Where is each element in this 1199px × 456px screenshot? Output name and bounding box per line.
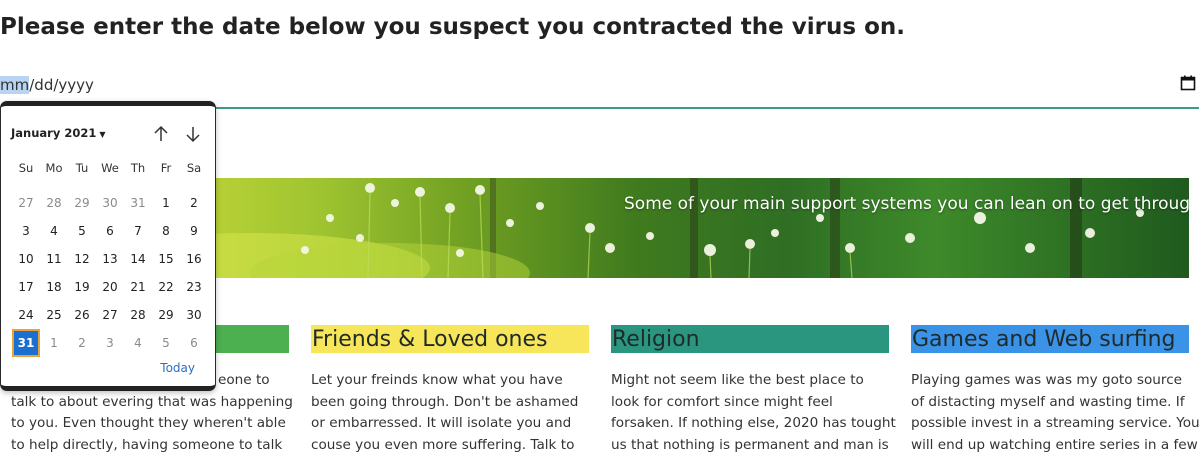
- column-heading: Friends & Loved ones: [311, 325, 589, 353]
- text-line: been going through. Don't be ashamed: [311, 393, 579, 410]
- date-input-text[interactable]: mm/dd/yyyy: [0, 76, 94, 94]
- day-segment[interactable]: dd: [34, 76, 53, 94]
- arrow-up-icon[interactable]: [151, 124, 171, 144]
- text-line: couse you even more suffering. Talk to: [311, 436, 575, 453]
- column-heading: Games and Web surfing: [911, 325, 1189, 353]
- month-segment[interactable]: mm: [0, 76, 30, 94]
- calendar-grid: Su Mo Tu We Th Fr Sa 27 28 29 30 31 1 2 3 4 5 6 7 8 9 10 11 12 1…: [12, 161, 208, 357]
- calendar-day[interactable]: 25: [40, 301, 68, 329]
- calendar-day[interactable]: 10: [12, 245, 40, 273]
- calendar-day[interactable]: 31: [124, 189, 152, 217]
- text-line: talk to about evering that was happening: [11, 393, 293, 410]
- calendar-day[interactable]: 13: [96, 245, 124, 273]
- weekday-label: Fr: [160, 161, 172, 175]
- calendar-day[interactable]: 7: [124, 217, 152, 245]
- calendar-day[interactable]: 24: [12, 301, 40, 329]
- calendar-day[interactable]: 6: [180, 329, 208, 357]
- calendar-day[interactable]: 30: [96, 189, 124, 217]
- calendar-day[interactable]: 3: [96, 329, 124, 357]
- column-text: Let your freinds know what you have been…: [311, 370, 589, 456]
- calendar-day[interactable]: 1: [40, 329, 68, 357]
- text-line: Might not seem like the best place to: [611, 372, 864, 388]
- text-line: to you. Even thought they wheren't able: [11, 415, 286, 432]
- calendar-day[interactable]: 9: [180, 217, 208, 245]
- text-line: of distacting myself and wasting time. I…: [911, 393, 1185, 410]
- calendar-day[interactable]: 22: [152, 273, 180, 301]
- text-line: or embarressed. It will isolate you and: [311, 415, 572, 432]
- calendar-day[interactable]: 17: [12, 273, 40, 301]
- calendar-icon[interactable]: [1180, 75, 1196, 91]
- column-games: Games and Web surfing Playing games was …: [911, 325, 1199, 456]
- column-religion: Religion Might not seem like the best pl…: [611, 325, 896, 456]
- weekday-label: Su: [18, 161, 34, 175]
- column-text: Playing games was was my goto source of …: [911, 370, 1199, 456]
- weekday-label: Sa: [186, 161, 202, 175]
- weekday-label: Tu: [75, 161, 89, 175]
- calendar-day[interactable]: 15: [152, 245, 180, 273]
- calendar-day[interactable]: 20: [96, 273, 124, 301]
- calendar-day[interactable]: 3: [12, 217, 40, 245]
- calendar-day[interactable]: 29: [68, 189, 96, 217]
- caret-down-icon: ▼: [99, 130, 106, 139]
- text-line: to help directly, having someone to talk: [11, 436, 283, 453]
- calendar-day[interactable]: 4: [40, 217, 68, 245]
- banner-text: Some of your main support systems you ca…: [624, 194, 1189, 214]
- calendar-day[interactable]: 14: [124, 245, 152, 273]
- calendar-day[interactable]: 8: [152, 217, 180, 245]
- month-year-dropdown[interactable]: January 2021 ▼: [11, 126, 106, 140]
- weekday-label: Th: [130, 161, 146, 175]
- today-button[interactable]: Today: [160, 361, 195, 375]
- calendar-day[interactable]: 12: [68, 245, 96, 273]
- calendar-day[interactable]: 21: [124, 273, 152, 301]
- meadow-image: [130, 178, 1144, 278]
- weekday-label: Mo: [45, 161, 63, 175]
- calendar-day[interactable]: 2: [68, 329, 96, 357]
- column-friends: Friends & Loved ones Let your freinds kn…: [311, 325, 589, 456]
- support-banner: Some of your main support systems you ca…: [130, 178, 1189, 278]
- calendar-day[interactable]: 5: [68, 217, 96, 245]
- calendar-day[interactable]: 11: [40, 245, 68, 273]
- year-segment[interactable]: yyyy: [58, 76, 94, 94]
- text-line: look for comfort since might feel: [611, 393, 833, 410]
- text-line: will end up watching entire series in a …: [911, 436, 1198, 453]
- column-title: Games and Web surfing: [912, 327, 1176, 352]
- calendar-day[interactable]: 1: [152, 189, 180, 217]
- column-text: Might not seem like the best place to lo…: [611, 370, 896, 456]
- calendar-day[interactable]: 29: [152, 301, 180, 329]
- calendar-day[interactable]: 2: [180, 189, 208, 217]
- calendar-day[interactable]: 26: [68, 301, 96, 329]
- column-title: Religion: [612, 327, 700, 352]
- calendar-day[interactable]: 6: [96, 217, 124, 245]
- page-heading: Please enter the date below you suspect …: [0, 14, 905, 40]
- text-line: forsaken. If nothing else, 2020 has toug…: [611, 415, 896, 432]
- column-title: Friends & Loved ones: [312, 327, 548, 352]
- text-line: possible invest in a streaming service. …: [911, 415, 1199, 432]
- text-line: us that nothing is permanent and man is: [611, 436, 889, 453]
- calendar-day[interactable]: 23: [180, 273, 208, 301]
- calendar-day[interactable]: 5: [152, 329, 180, 357]
- calendar-day[interactable]: 28: [124, 301, 152, 329]
- column-heading: Religion: [611, 325, 889, 353]
- calendar-day[interactable]: 19: [68, 273, 96, 301]
- selected-day[interactable]: 31: [12, 329, 40, 357]
- text-line: Playing games was was my goto source: [911, 372, 1183, 388]
- calendar-day[interactable]: 18: [40, 273, 68, 301]
- date-picker-popup: January 2021 ▼ Su Mo Tu We Th Fr Sa 27 28 29 30 31 1 2…: [0, 101, 216, 391]
- month-year-label: January 2021: [11, 126, 97, 140]
- calendar-day[interactable]: 27: [12, 189, 40, 217]
- calendar-day[interactable]: 30: [180, 301, 208, 329]
- arrow-down-icon[interactable]: [183, 124, 203, 144]
- calendar-day[interactable]: 27: [96, 301, 124, 329]
- calendar-day[interactable]: 4: [124, 329, 152, 357]
- text-line: Let your freinds know what you have: [311, 372, 563, 388]
- calendar-day[interactable]: 28: [40, 189, 68, 217]
- calendar-day[interactable]: 16: [180, 245, 208, 273]
- weekday-label: We: [101, 161, 119, 175]
